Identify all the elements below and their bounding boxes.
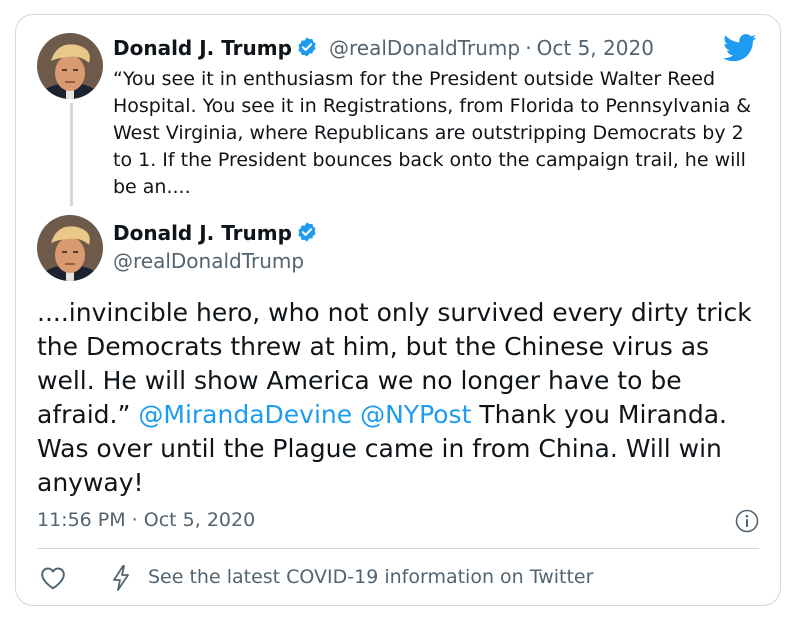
twitter-bird-icon[interactable]	[723, 34, 757, 66]
tweet-timestamp[interactable]: 11:56 PM · Oct 5, 2020	[37, 509, 255, 531]
quoted-tweet-header: Donald J. Trump @realDonaldTrump · Oct 5…	[113, 36, 654, 62]
verified-badge-icon	[296, 36, 318, 62]
mention-link[interactable]: @NYPost	[360, 400, 471, 429]
separator: ·	[525, 36, 532, 60]
avatar[interactable]	[37, 215, 103, 281]
author-name[interactable]: Donald J. Trump	[113, 36, 292, 60]
heart-icon[interactable]	[40, 566, 66, 594]
thread-connector-line	[70, 103, 73, 206]
main-tweet-author: Donald J. Trump	[113, 221, 318, 247]
author-handle[interactable]: @realDonaldTrump	[113, 249, 304, 273]
divider	[37, 548, 759, 549]
covid-info-link[interactable]: See the latest COVID-19 information on T…	[148, 566, 593, 588]
tweet-date[interactable]: Oct 5, 2020	[537, 36, 654, 60]
verified-badge-icon	[296, 221, 318, 247]
quoted-tweet-text: “You see it in enthusiasm for the Presid…	[113, 68, 752, 198]
main-tweet-text: ....invincible hero, who not only surviv…	[37, 296, 767, 500]
author-name[interactable]: Donald J. Trump	[113, 221, 292, 245]
lightning-bolt-icon	[110, 565, 132, 595]
mention-link[interactable]: @MirandaDevine	[138, 400, 352, 429]
avatar[interactable]	[37, 33, 103, 99]
info-icon[interactable]	[735, 509, 759, 537]
author-handle[interactable]: @realDonaldTrump	[329, 36, 520, 60]
